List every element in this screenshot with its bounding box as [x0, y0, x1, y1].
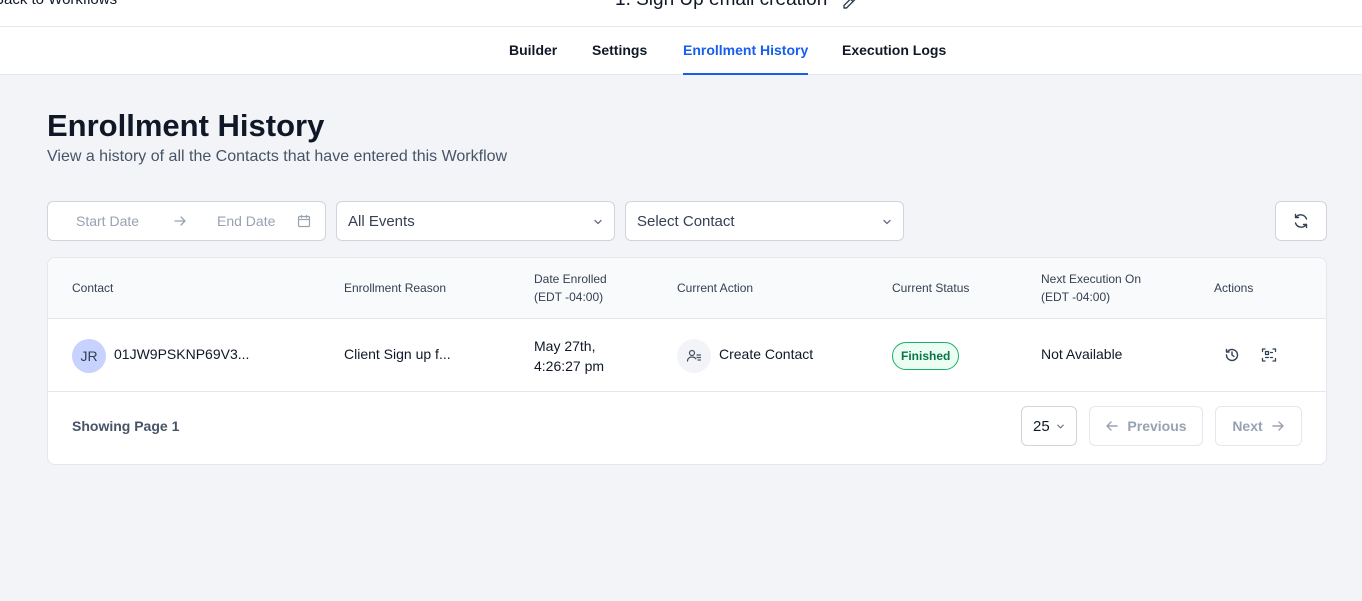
column-header-actions: Actions — [1214, 281, 1254, 295]
contact-id[interactable]: 01JW9PSKNP69V3... — [114, 346, 249, 362]
enrollment-reason: Client Sign up f... — [344, 346, 451, 362]
calendar-icon — [297, 214, 311, 228]
next-page-button[interactable]: Next — [1215, 406, 1302, 446]
tab-builder[interactable]: Builder — [509, 27, 557, 75]
column-header-enrollment-reason: Enrollment Reason — [344, 281, 447, 295]
table-header: Contact Enrollment Reason Date Enrolled … — [48, 258, 1326, 319]
workflow-title: 1. Sign Up email creation — [615, 0, 827, 11]
user-list-icon — [677, 339, 711, 373]
events-filter-select[interactable]: All Events — [336, 201, 615, 241]
column-header-contact: Contact — [72, 281, 114, 295]
workflow-tabs: Builder Settings Enrollment History Exec… — [0, 27, 1362, 75]
tab-execution-logs[interactable]: Execution Logs — [842, 27, 946, 75]
end-date-input[interactable]: End Date — [217, 213, 275, 229]
column-header-date-enrolled: Date Enrolled (EDT -04:00) — [534, 272, 607, 304]
refresh-icon — [1292, 212, 1310, 230]
page-size-select[interactable]: 25 — [1021, 406, 1077, 446]
current-action: Create Contact — [719, 346, 814, 362]
page-subtitle: View a history of all the Contacts that … — [47, 148, 508, 165]
history-icon[interactable] — [1224, 347, 1240, 363]
start-date-input[interactable]: Start Date — [76, 213, 139, 229]
tab-enrollment-history[interactable]: Enrollment History — [683, 27, 809, 75]
contact-filter-select[interactable]: Select Contact — [625, 201, 904, 241]
refresh-button[interactable] — [1275, 201, 1327, 241]
view-details-icon[interactable] — [1261, 347, 1277, 363]
column-header-current-action: Current Action — [677, 281, 754, 295]
back-to-workflows-link[interactable]: Back to Workflows — [0, 0, 117, 8]
tab-settings[interactable]: Settings — [592, 27, 647, 75]
page-title: Enrollment History — [47, 108, 325, 143]
avatar: JR — [72, 339, 106, 373]
chevron-down-icon — [1055, 421, 1066, 432]
column-header-current-status: Current Status — [892, 281, 970, 295]
previous-page-button[interactable]: Previous — [1089, 406, 1203, 446]
events-filter-value: All Events — [348, 213, 415, 230]
chevron-down-icon — [881, 216, 893, 228]
pagination-status: Showing Page 1 — [72, 418, 180, 434]
contact-filter-value: Select Contact — [637, 213, 735, 230]
enrollment-table-card: Contact Enrollment Reason Date Enrolled … — [47, 257, 1327, 465]
arrow-left-icon — [1105, 419, 1119, 433]
next-label: Next — [1232, 418, 1263, 434]
status-badge: Finished — [892, 342, 960, 370]
next-execution: Not Available — [1041, 346, 1123, 362]
date-range-picker[interactable]: Start Date End Date — [47, 201, 326, 241]
chevron-down-icon — [592, 216, 604, 228]
page-size-value: 25 — [1033, 418, 1050, 435]
workflow-header: Back to Workflows 1. Sign Up email creat… — [0, 0, 1362, 27]
arrow-right-icon — [173, 214, 187, 228]
column-header-next-execution: Next Execution On (EDT -04:00) — [1041, 272, 1142, 304]
workflow-title-group: 1. Sign Up email creation — [615, 0, 857, 11]
arrow-right-icon — [1271, 419, 1285, 433]
previous-label: Previous — [1127, 418, 1187, 434]
date-enrolled: May 27th, 4:26:27 pm — [534, 338, 605, 374]
table-row: JR 01JW9PSKNP69V3... Client Sign up f...… — [48, 319, 1326, 392]
pencil-icon[interactable] — [841, 0, 857, 11]
